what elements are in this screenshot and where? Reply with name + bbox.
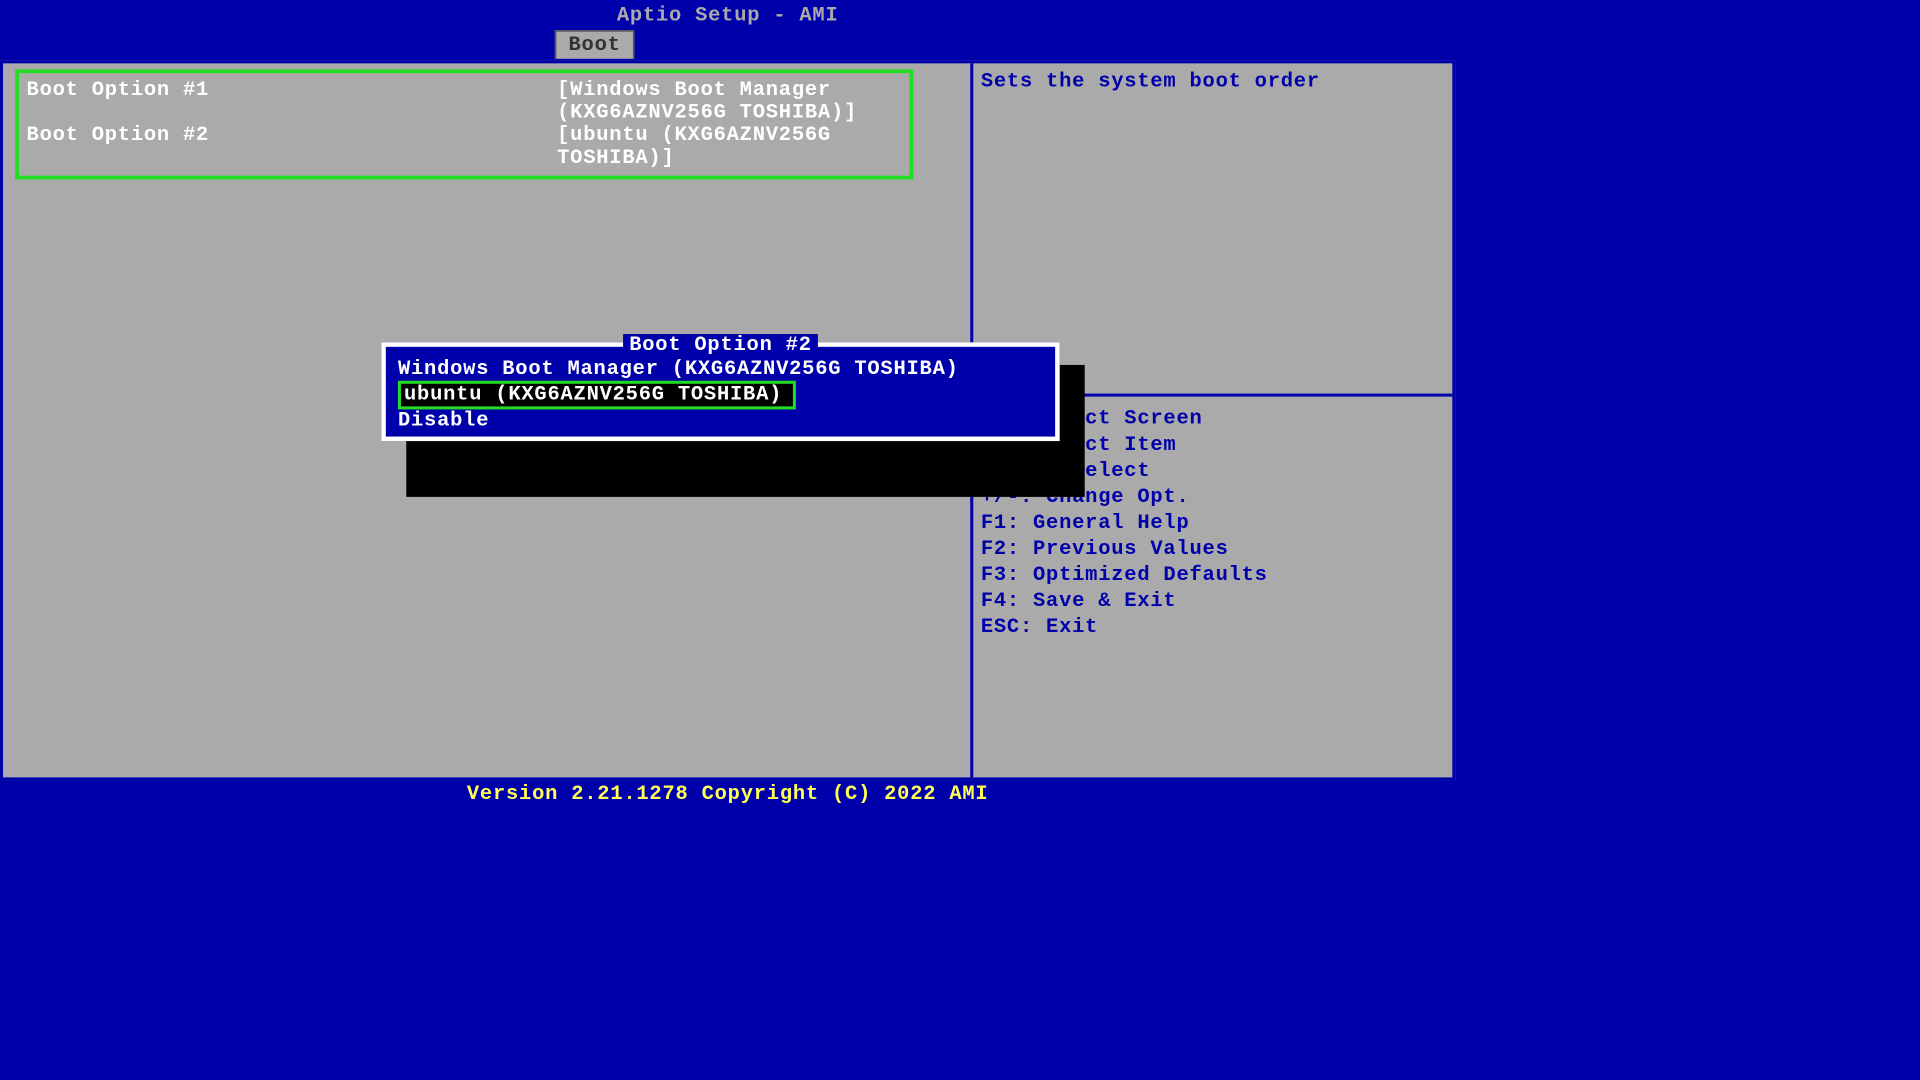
- boot-option-2-label: Boot Option #2: [27, 124, 558, 169]
- header-bar: Aptio Setup - AMI: [0, 0, 1455, 30]
- tab-boot[interactable]: Boot: [555, 30, 634, 59]
- hint-f1: F1: General Help: [981, 511, 1268, 537]
- hint-esc: ESC: Exit: [981, 615, 1268, 641]
- help-description: Sets the system boot order: [981, 71, 1445, 94]
- boot-option-popup[interactable]: Boot Option #2 Windows Boot Manager (KXG…: [381, 342, 1059, 441]
- popup-option-ubuntu[interactable]: ubuntu (KXG6AZNV256G TOSHIBA): [398, 381, 796, 410]
- popup-option-windows[interactable]: Windows Boot Manager (KXG6AZNV256G TOSHI…: [386, 358, 1055, 381]
- popup-title: Boot Option #2: [623, 334, 818, 357]
- popup-title-wrap: Boot Option #2: [386, 334, 1055, 357]
- boot-option-2[interactable]: Boot Option #2 [ubuntu (KXG6AZNV256G TOS…: [27, 124, 902, 169]
- boot-options-highlight: Boot Option #1 [Windows Boot Manager (KX…: [15, 69, 913, 179]
- tab-bar: Boot: [0, 30, 1455, 60]
- boot-option-1-label: Boot Option #1: [27, 79, 558, 124]
- bios-window: Aptio Setup - AMI Boot Boot Option #1 [W…: [0, 0, 1455, 814]
- page-title: Aptio Setup - AMI: [617, 5, 839, 28]
- boot-option-2-value: [ubuntu (KXG6AZNV256G TOSHIBA)]: [557, 124, 868, 169]
- footer-bar: Version 2.21.1278 Copyright (C) 2022 AMI: [0, 780, 1455, 810]
- hint-f2: F2: Previous Values: [981, 537, 1268, 563]
- hint-f3: F3: Optimized Defaults: [981, 563, 1268, 589]
- boot-option-1-value: [Windows Boot Manager (KXG6AZNV256G TOSH…: [557, 79, 891, 124]
- footer-text: Version 2.21.1278 Copyright (C) 2022 AMI: [467, 783, 989, 806]
- boot-option-1[interactable]: Boot Option #1 [Windows Boot Manager (KX…: [27, 79, 902, 124]
- popup-option-disable[interactable]: Disable: [386, 409, 1055, 432]
- hint-f4: F4: Save & Exit: [981, 589, 1268, 615]
